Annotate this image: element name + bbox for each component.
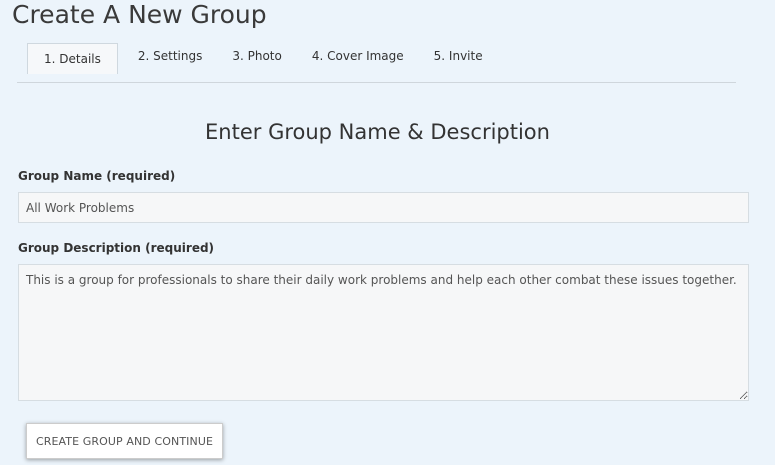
tabs-divider [17,82,736,83]
tab-settings[interactable]: 2. Settings [138,43,202,73]
page-title: Create A New Group [12,0,267,29]
group-description-label: Group Description (required) [18,241,215,255]
step-tabs: 1. Details 2. Settings 3. Photo 4. Cover… [27,43,513,74]
tab-photo[interactable]: 3. Photo [232,43,282,73]
tab-invite[interactable]: 5. Invite [434,43,483,73]
group-name-input[interactable] [18,192,749,223]
tab-details[interactable]: 1. Details [27,43,118,74]
create-group-button[interactable]: CREATE GROUP AND CONTINUE [26,423,223,459]
section-heading: Enter Group Name & Description [205,120,550,144]
group-description-textarea[interactable]: This is a group for professionals to sha… [18,264,749,401]
tab-cover-image[interactable]: 4. Cover Image [312,43,404,73]
group-name-label: Group Name (required) [18,169,176,183]
